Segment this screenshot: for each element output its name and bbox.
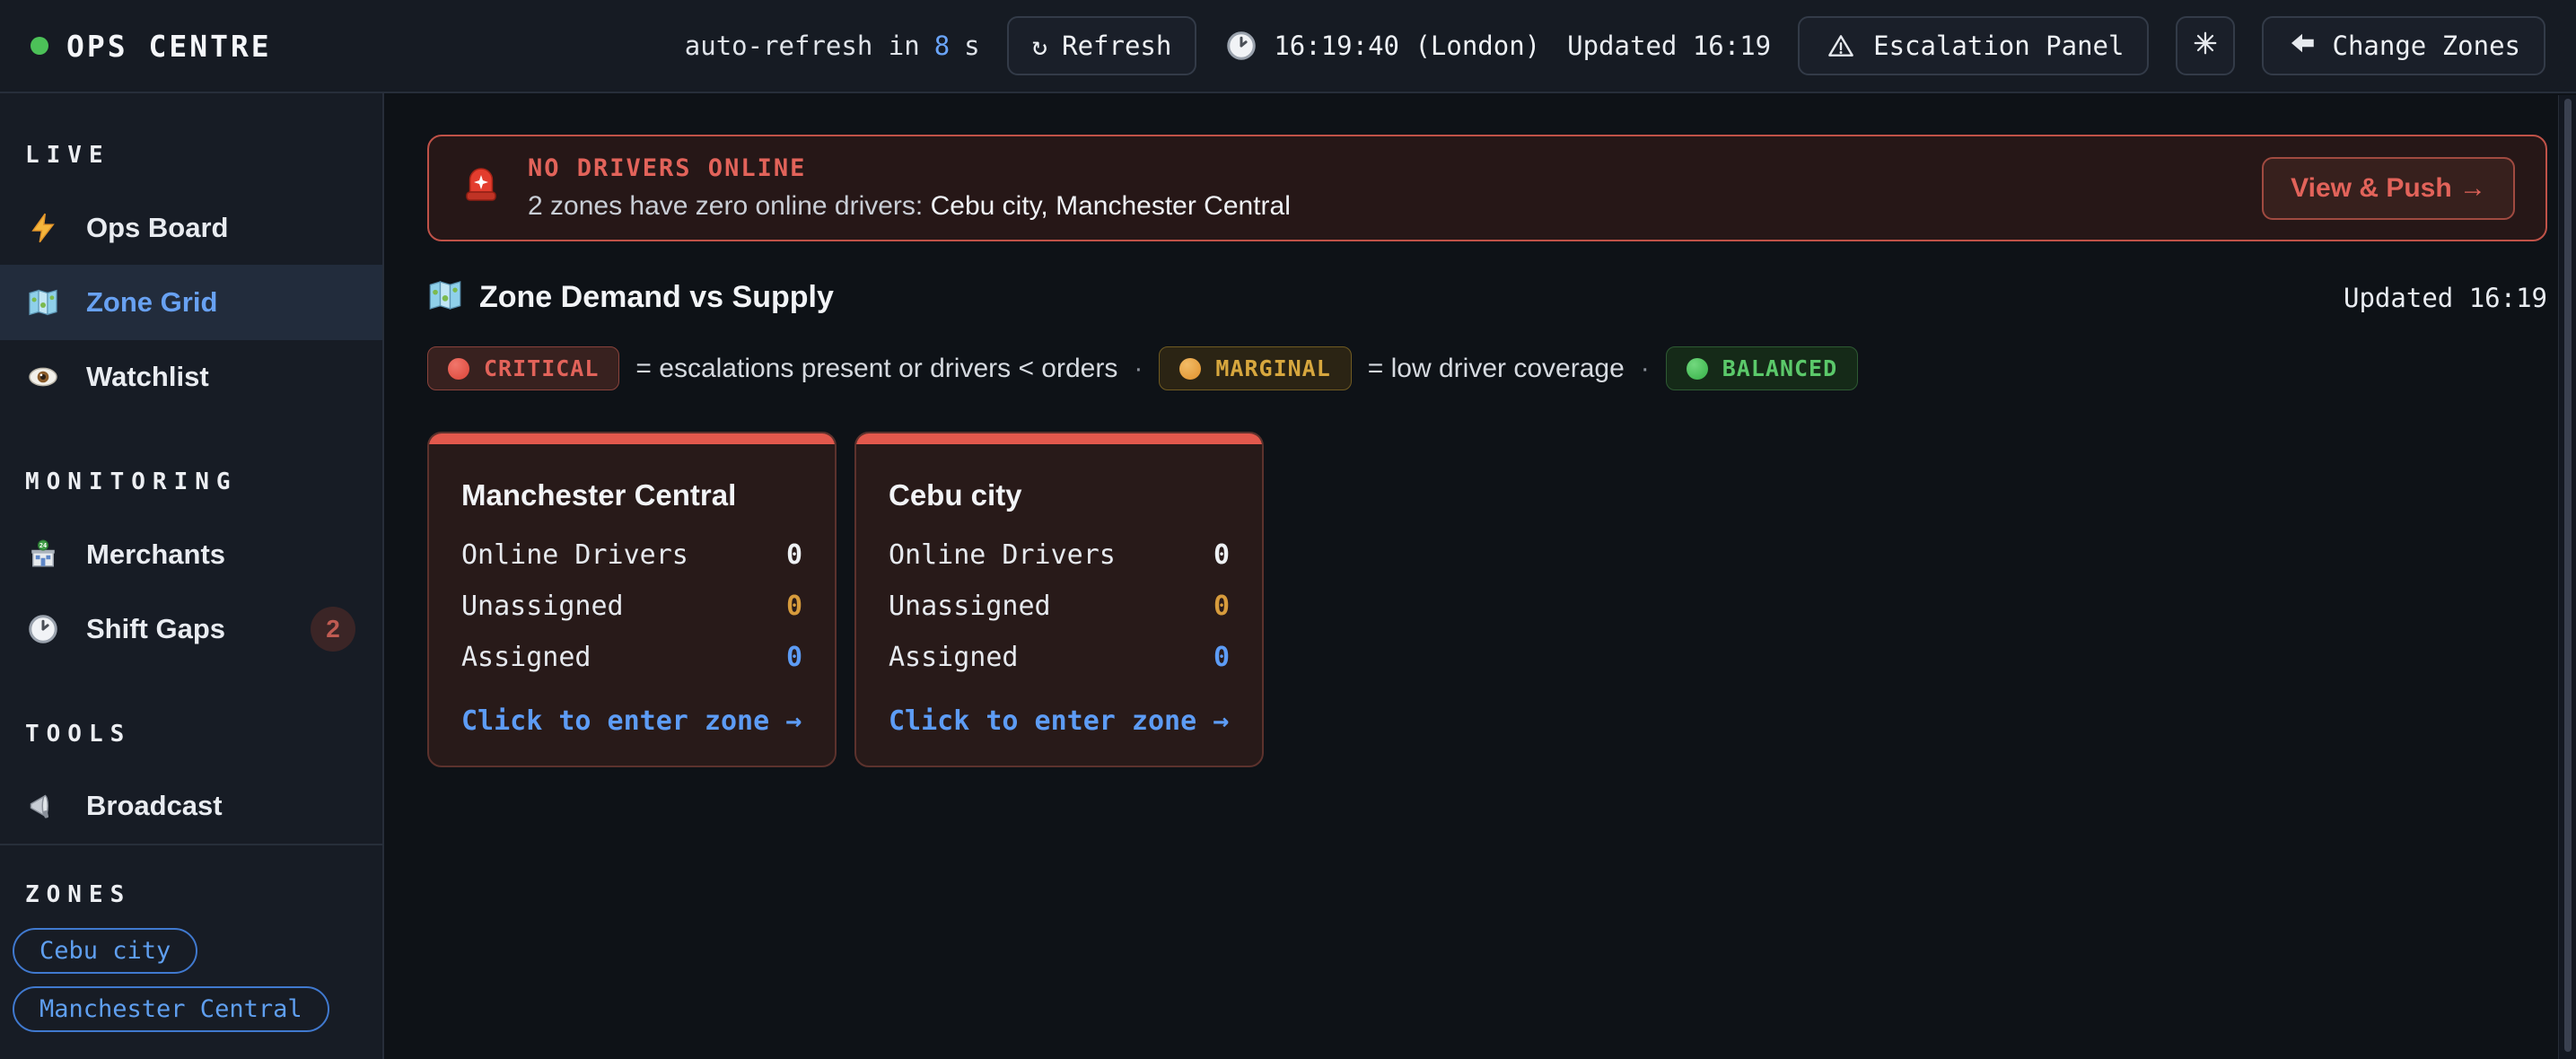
map-icon [25,284,61,320]
zones-box: ZONES Cebu city Manchester Central [0,844,382,1059]
main-content: NO DRIVERS ONLINE 2 zones have zero onli… [384,93,2576,1059]
siren-icon [460,164,503,212]
sidebar-item-label: Merchants [86,538,225,571]
critical-legend-badge: CRITICAL [427,346,619,390]
sidebar-item-merchants[interactable]: 24 Merchants [0,517,382,591]
current-time: 16:19:40 (London) [1274,31,1540,61]
stat-value: 0 [786,591,802,622]
critical-accent-bar [429,433,835,444]
asterisk-icon [2192,30,2219,63]
zone-card-cebu-city[interactable]: Cebu city Online Drivers 0 Unassigned 0 … [854,432,1264,767]
section-label-zones: ZONES [25,881,382,908]
zone-pill-manchester-central[interactable]: Manchester Central [13,986,329,1032]
clock-icon [1223,28,1259,64]
refresh-icon: ↻ [1032,31,1047,61]
sidebar-item-label: Zone Grid [86,286,217,319]
sidebar-item-label: Broadcast [86,790,223,822]
no-drivers-alert-banner: NO DRIVERS ONLINE 2 zones have zero onli… [427,135,2547,241]
auto-refresh-seconds: 8 [934,31,950,61]
refresh-button[interactable]: ↻ Refresh [1007,16,1197,75]
zone-card-manchester-central[interactable]: Manchester Central Online Drivers 0 Unas… [427,432,837,767]
zap-icon [25,210,61,246]
zone-card-title: Cebu city [889,478,1230,512]
red-dot-icon [448,358,469,380]
grid-updated-label: Updated 16:19 [2344,283,2547,313]
zone-cards-grid: Manchester Central Online Drivers 0 Unas… [427,432,2547,767]
sidebar: LIVE Ops Board Zone Grid Watchlist MONIT… [0,93,384,1059]
warning-icon [1823,28,1859,64]
marginal-legend-desc: = low driver coverage [1368,354,1625,384]
clock-display: 16:19:40 (London) [1223,28,1540,64]
stat-value: 0 [1214,642,1230,673]
last-updated-label: Updated 16:19 [1567,31,1771,61]
critical-legend-desc: = escalations present or drivers < order… [635,354,1117,384]
snowflake-toggle-button[interactable] [2176,16,2235,75]
sidebar-item-broadcast[interactable]: Broadcast [0,769,382,844]
eye-icon [25,359,61,395]
sidebar-item-watchlist[interactable]: Watchlist [0,340,382,415]
sidebar-item-label: Ops Board [86,212,228,244]
sidebar-item-ops-board[interactable]: Ops Board [0,190,382,265]
zone-card-title: Manchester Central [461,478,802,512]
sidebar-item-label: Shift Gaps [86,613,225,645]
stat-assigned: Assigned 0 [461,642,802,673]
stat-value: 0 [786,539,802,571]
stat-value: 0 [786,642,802,673]
svg-text:24: 24 [39,542,47,549]
enter-zone-link[interactable]: Click to enter zone → [461,705,802,737]
alert-zone-names: Cebu city, Manchester Central [931,191,1291,221]
scrollbar-thumb[interactable] [2564,99,2572,1052]
escalation-panel-button[interactable]: Escalation Panel [1798,16,2149,75]
app-title: OPS CENTRE [66,29,272,64]
top-bar: OPS CENTRE auto-refresh in 8 s ↻ Refresh… [0,0,2576,93]
zone-pill-cebu-city[interactable]: Cebu city [13,928,197,974]
change-zones-button[interactable]: Change Zones [2262,16,2545,75]
section-label-monitoring: MONITORING [25,468,382,495]
section-label-live: LIVE [25,142,382,169]
critical-accent-bar [856,433,1262,444]
section-label-tools: TOOLS [25,721,382,748]
stat-unassigned: Unassigned 0 [461,591,802,622]
clock-icon [25,611,61,647]
map-icon [427,277,463,318]
alert-title: NO DRIVERS ONLINE [528,154,1291,182]
sidebar-item-shift-gaps[interactable]: Shift Gaps 2 [0,591,382,666]
alert-message: 2 zones have zero online drivers: Cebu c… [528,191,1291,222]
status-legend: CRITICAL = escalations present or driver… [427,346,2547,390]
megaphone-icon [25,788,61,824]
left-arrow-icon [2287,28,2318,65]
app-logo: OPS CENTRE [31,29,272,64]
stat-online-drivers: Online Drivers 0 [889,539,1230,571]
marginal-legend-badge: MARGINAL [1159,346,1351,390]
stat-value: 0 [1214,591,1230,622]
stat-assigned: Assigned 0 [889,642,1230,673]
page-title: Zone Demand vs Supply [479,280,834,315]
balanced-legend-badge: BALANCED [1666,346,1858,390]
stat-value: 0 [1214,539,1230,571]
enter-zone-link[interactable]: Click to enter zone → [889,705,1230,737]
view-and-push-button[interactable]: View & Push → [2262,157,2515,220]
stat-online-drivers: Online Drivers 0 [461,539,802,571]
online-status-dot [31,37,48,55]
stat-unassigned: Unassigned 0 [889,591,1230,622]
store-icon: 24 [25,537,61,573]
auto-refresh-countdown: auto-refresh in 8 s [685,31,980,61]
shift-gaps-count-badge: 2 [311,607,355,652]
vertical-scrollbar[interactable] [2558,95,2576,1059]
sidebar-item-label: Watchlist [86,361,209,393]
sidebar-item-zone-grid[interactable]: Zone Grid [0,265,382,339]
green-dot-icon [1687,358,1708,380]
orange-dot-icon [1179,358,1201,380]
